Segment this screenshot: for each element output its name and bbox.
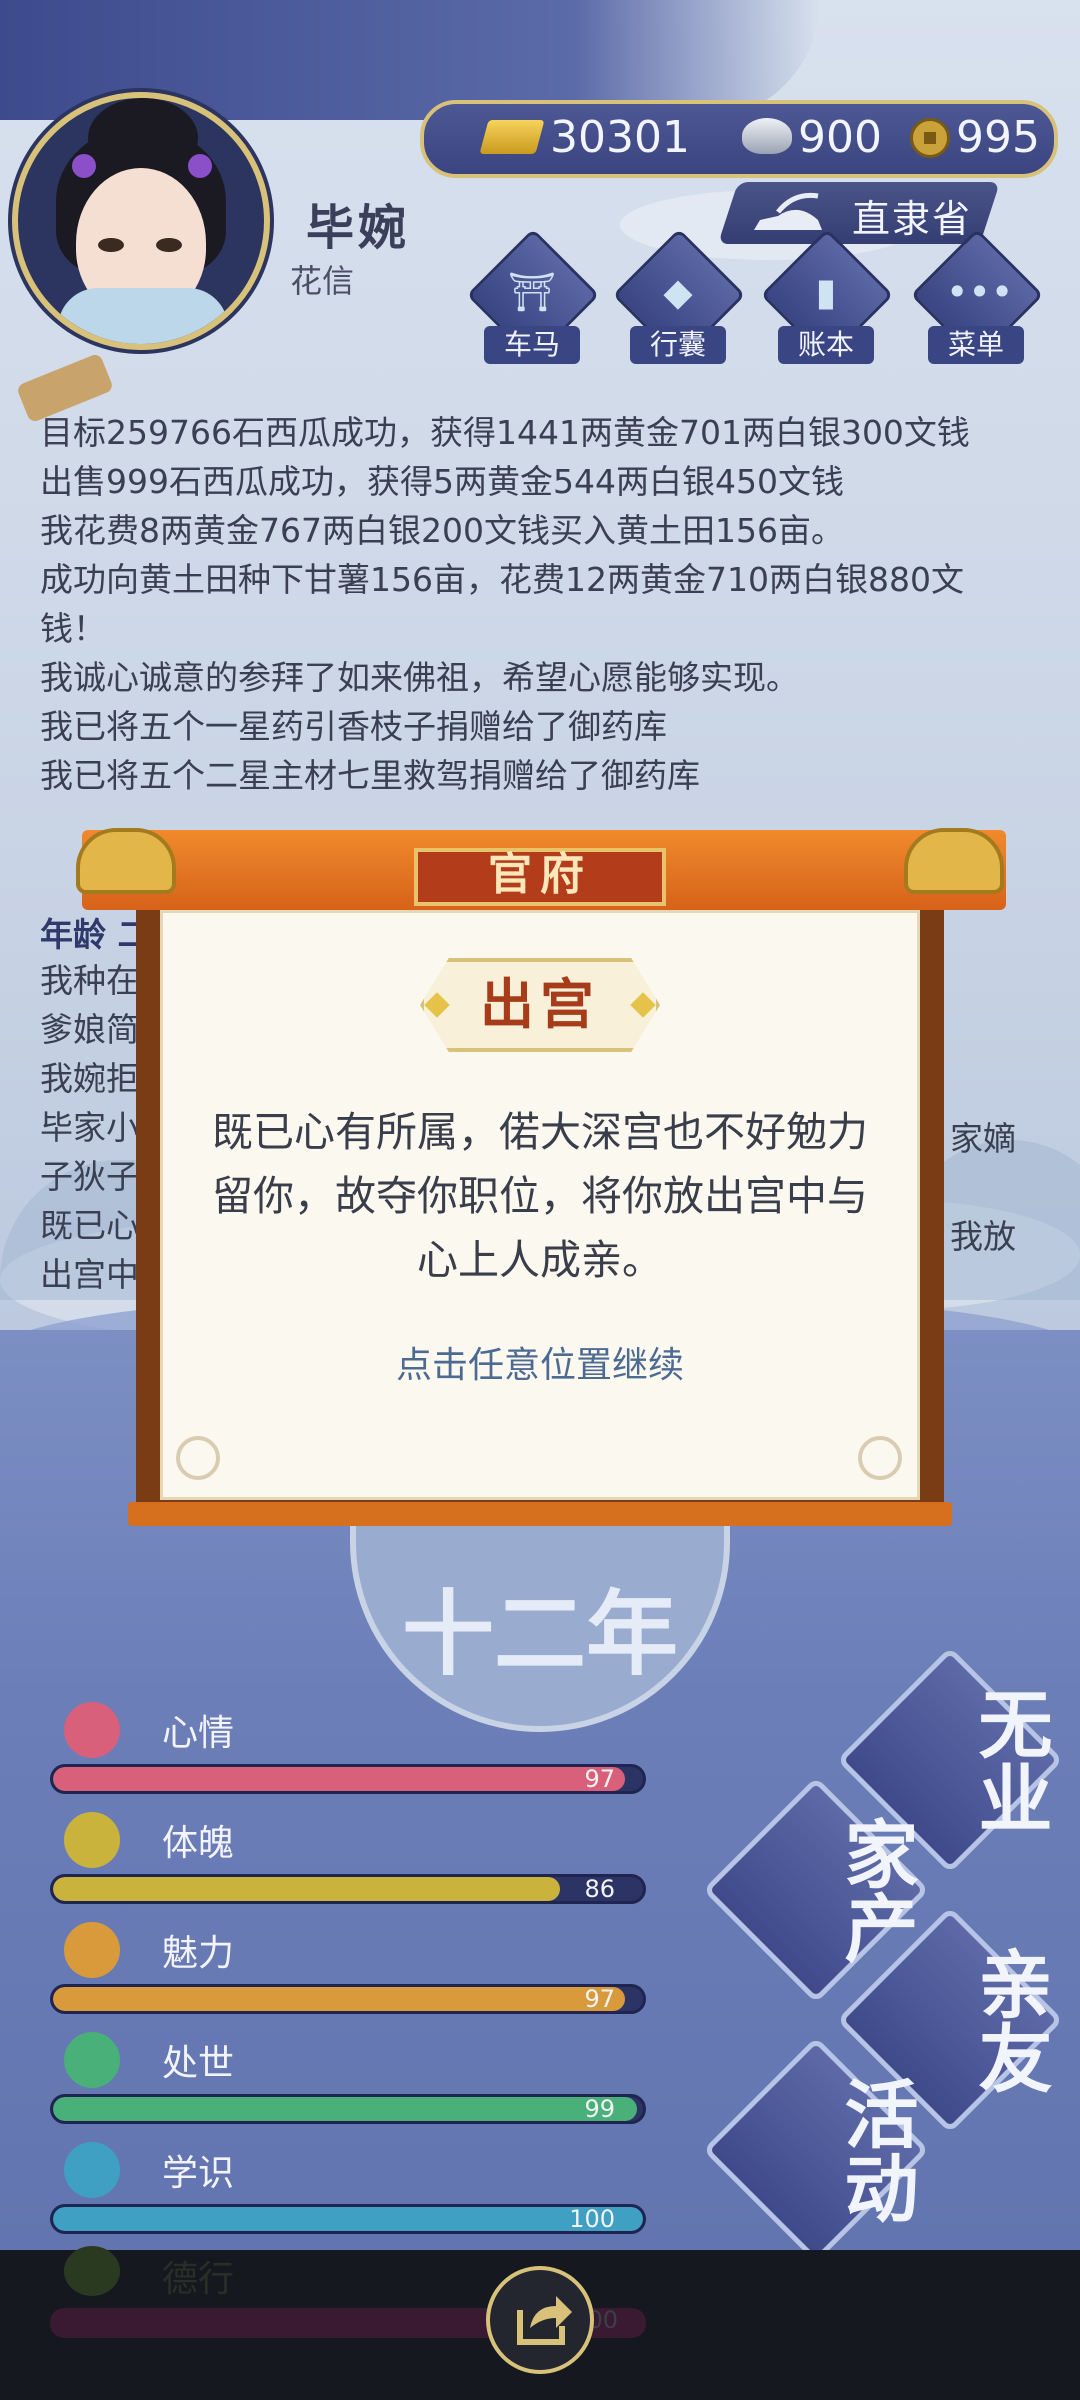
- currency-bar: 30301 900 995: [420, 100, 1058, 178]
- modal-message: 既已心有所属，偌大深宫也不好勉力留你，故夺你职位，将你放出宫中与心上人成亲。: [212, 1108, 868, 1284]
- stat-value: 100: [569, 2205, 615, 2233]
- menu-bag-button[interactable]: ◆ 行囊: [612, 228, 746, 364]
- jade-icon: [64, 1922, 120, 1978]
- stat-value: 97: [584, 1985, 615, 2013]
- stat-bar: 97: [50, 1984, 646, 2014]
- stat-bar: 99: [50, 2094, 646, 2124]
- copper-coin-icon: [910, 118, 950, 158]
- menu-ledger-button[interactable]: ▮ 账本: [760, 228, 894, 364]
- virtue-icon: [64, 2246, 120, 2296]
- stat-value: 99: [584, 2095, 615, 2123]
- action-activities-button[interactable]: 活动: [702, 2036, 930, 2264]
- flower-icon: [64, 1702, 120, 1758]
- log-line: 成功向黄土田种下甘薯156亩，花费12两黄金710两白银880文: [40, 560, 964, 599]
- player-avatar[interactable]: [12, 92, 270, 350]
- flatiron-icon: [754, 192, 822, 230]
- stat-label: 魅力: [162, 1933, 235, 1974]
- stat-label: 处世: [162, 2043, 235, 2084]
- stat-bar-fill: [53, 2207, 643, 2231]
- gold-ingot-icon: [479, 120, 545, 154]
- coin-amount: 995: [956, 112, 1040, 163]
- player-title: 花信: [290, 262, 355, 300]
- stat-bar-fill: [53, 1987, 626, 2011]
- log-line: 我花费8两黄金767两白银200文钱买入黄土田156亩。: [40, 511, 844, 550]
- bag-icon: ◆: [663, 270, 693, 314]
- scroll-curl-left: [76, 828, 176, 894]
- stat-label: 心情: [162, 1713, 235, 1754]
- province-label: 直隶省: [852, 197, 973, 241]
- stat-bar-fill: [53, 1767, 626, 1791]
- log-line: 目标259766石西瓜成功，获得1441两黄金701两白银300文钱: [40, 413, 970, 452]
- log-line: 我已将五个一星药引香枝子捐赠给了御药库: [40, 707, 667, 746]
- log-line-tail: 我放: [950, 1217, 1016, 1256]
- silver-amount: 900: [798, 112, 882, 163]
- stat-bar: 86: [50, 1874, 646, 1904]
- more-icon: •••: [946, 270, 1014, 314]
- scroll-curl-right: [904, 828, 1004, 894]
- stat-label: 体魄: [162, 1823, 235, 1864]
- modal-base-trim: [128, 1502, 952, 1526]
- log-line: 钱！: [40, 609, 106, 648]
- menu-carriage-button[interactable]: ⛩ 车马: [466, 228, 600, 364]
- carriage-icon: ⛩: [507, 270, 557, 314]
- share-icon: [517, 2296, 572, 2345]
- log-line-tail: 家嫡: [950, 1119, 1016, 1158]
- log-line: 我已将五个二星主材七里救驾捐赠给了御药库: [40, 756, 700, 795]
- stat-label: 学识: [162, 2153, 235, 2194]
- log-line: 出售999石西瓜成功，获得5两黄金544两白银450文钱: [40, 462, 844, 501]
- corner-ornament: [176, 1436, 220, 1480]
- player-name: 毕婉: [306, 200, 411, 256]
- stat-value: 86: [584, 1875, 615, 1903]
- share-button[interactable]: [486, 2266, 594, 2374]
- year-emblem-text: 十二年: [401, 1581, 678, 1688]
- stat-bar-fill: [53, 1877, 561, 1901]
- stat-value: 97: [584, 1765, 615, 1793]
- gold-amount: 30301: [550, 112, 690, 163]
- corner-ornament: [858, 1436, 902, 1480]
- log-line: 我诚心诚意的参拜了如来佛祖，希望心愿能够实现。: [40, 658, 799, 697]
- fan-icon: [64, 2032, 120, 2088]
- stat-bar: 97: [50, 1764, 646, 1794]
- banner-title: 官府: [488, 849, 592, 900]
- books-icon: [64, 2142, 120, 2198]
- continue-hint[interactable]: 点击任意位置继续: [200, 1336, 880, 1388]
- stat-bar: 100: [50, 2204, 646, 2234]
- menu-more-button[interactable]: ••• 菜单: [910, 228, 1044, 364]
- ledger-icon: ▮: [815, 270, 837, 314]
- modal-heading: 出宫: [480, 973, 600, 1036]
- silver-ingot-icon: [742, 118, 792, 154]
- age-label: 年龄 二: [40, 915, 151, 954]
- event-log[interactable]: 目标259766石西瓜成功，获得1441两黄金701两白银300文钱 出售999…: [40, 408, 1050, 800]
- lantern-icon: [64, 1812, 120, 1868]
- stat-label-virtue: 德行: [162, 2259, 235, 2300]
- stat-bar-fill: [53, 2097, 638, 2121]
